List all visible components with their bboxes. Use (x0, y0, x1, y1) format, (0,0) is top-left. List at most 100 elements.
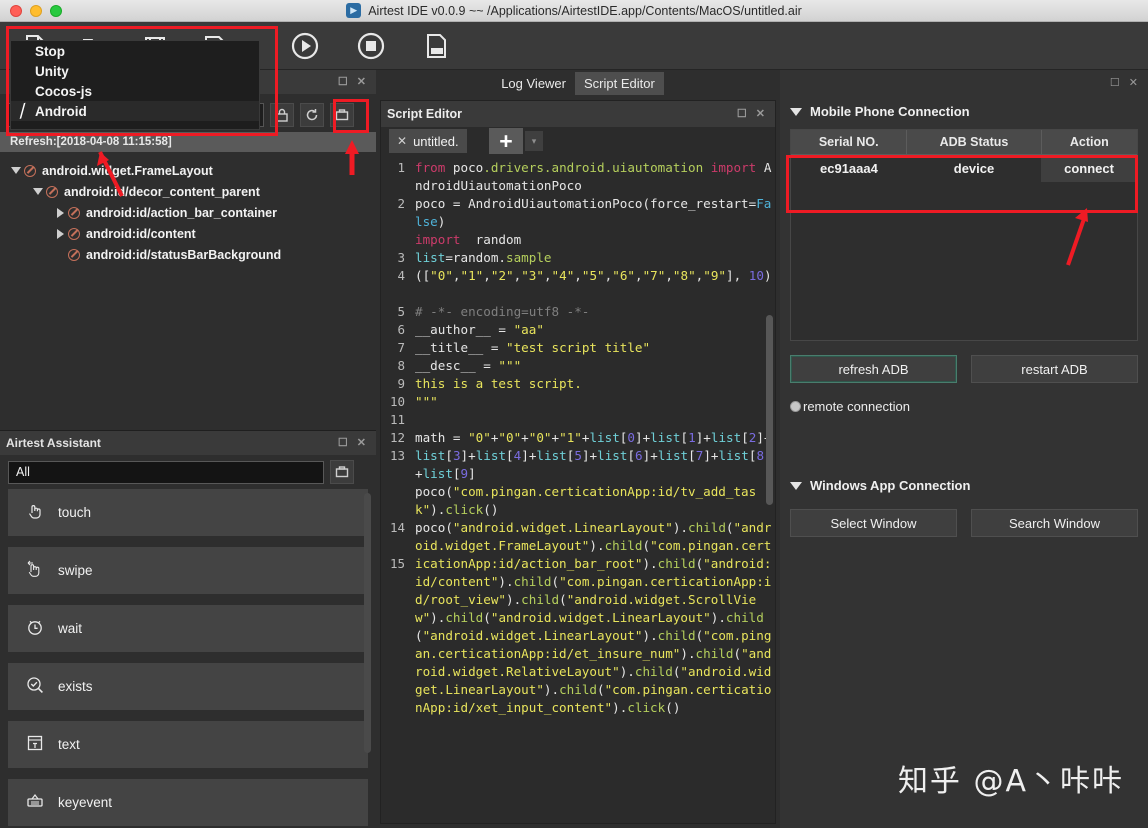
no-entry-icon (24, 164, 36, 177)
tree-twisty-icon[interactable] (30, 188, 46, 195)
line-number: 9 (397, 376, 405, 391)
line-number: 1 (397, 160, 405, 175)
refresh-adb-button[interactable]: refresh ADB (790, 355, 957, 383)
tab-log-viewer[interactable]: Log Viewer (492, 72, 575, 95)
pencil-icon: ╱ (17, 103, 28, 119)
close-icon[interactable]: ✕ (357, 76, 366, 88)
tree-node-label: android:id/action_bar_container (86, 205, 278, 220)
assistant-title: Airtest Assistant (6, 436, 101, 450)
assistant-item-list[interactable]: touch swipe wait exists text keyevent (0, 489, 376, 828)
line-number: 4 (397, 268, 405, 283)
code-line: poco("android.widget.LinearLayout").chil… (415, 520, 772, 715)
script-editor-header: Script Editor ☐ ✕ (381, 101, 775, 127)
tree-node[interactable]: android:id/action_bar_container (0, 202, 376, 223)
device-panel-header: ☐ ✕ (780, 70, 1148, 96)
line-number: 6 (397, 322, 405, 337)
device-panel-actions[interactable]: ☐ ✕ (1110, 77, 1142, 89)
close-icon[interactable]: ✕ (756, 108, 765, 120)
list-item[interactable]: keyevent (8, 779, 368, 826)
keyboard-icon (26, 792, 44, 813)
touch-hand-icon (26, 502, 44, 523)
windows-connection-section-title[interactable]: Windows App Connection (790, 478, 1148, 493)
assistant-capture-icon[interactable] (330, 460, 354, 484)
adb-button-row: refresh ADB restart ADB (790, 355, 1138, 383)
assistant-filter-select[interactable]: All (8, 460, 324, 484)
watermark: 知乎 @A丶咔咔 (897, 764, 1124, 799)
undock-icon[interactable]: ☐ (338, 76, 348, 88)
script-editor-title: Script Editor (387, 107, 463, 121)
menu-item-android[interactable]: ╱ Android (11, 101, 259, 121)
search-window-button[interactable]: Search Window (971, 509, 1138, 537)
list-item[interactable]: touch (8, 489, 368, 536)
script-editor-actions[interactable]: ☐ ✕ (737, 108, 769, 120)
list-item[interactable]: text (8, 721, 368, 768)
assistant-scrollbar[interactable] (364, 493, 371, 753)
log-icon[interactable] (422, 31, 452, 61)
code-line: """ (415, 394, 438, 409)
clock-icon (26, 618, 44, 639)
menu-item-unity[interactable]: Unity (11, 61, 259, 81)
new-tab-button[interactable]: + (489, 128, 523, 154)
tree-node[interactable]: android:id/content (0, 223, 376, 244)
select-window-button[interactable]: Select Window (790, 509, 957, 537)
code-editor-area[interactable]: 1 2 3 4 5 6 7 8 9 10 11 12 13 14 15 from… (381, 155, 775, 823)
column-header-serial[interactable]: Serial NO. (791, 130, 908, 155)
close-icon[interactable]: ✕ (357, 437, 366, 449)
close-tab-icon[interactable]: ✕ (397, 134, 407, 148)
collapse-triangle-icon[interactable] (790, 107, 802, 116)
undock-icon[interactable]: ☐ (338, 437, 348, 449)
line-number: 13 (389, 448, 405, 463)
menu-item-cocos-js[interactable]: Cocos-js (11, 81, 259, 101)
restart-adb-button[interactable]: restart ADB (971, 355, 1138, 383)
list-item[interactable]: wait (8, 605, 368, 652)
tree-twisty-icon[interactable] (52, 228, 68, 239)
device-capture-icon[interactable] (330, 103, 354, 127)
view-tab-bar: Log Viewer Script Editor (376, 70, 780, 96)
undock-icon[interactable]: ☐ (737, 108, 747, 120)
no-entry-icon (46, 185, 58, 198)
tree-twisty-icon[interactable] (8, 167, 24, 174)
assistant-header-actions[interactable]: ☐ ✕ (338, 437, 370, 449)
ui-tree-body[interactable]: android.widget.FrameLayout android:id/de… (0, 154, 376, 430)
tree-node[interactable]: android:id/decor_content_parent (0, 181, 376, 202)
refresh-icon[interactable] (300, 103, 324, 127)
line-number: 15 (389, 556, 405, 571)
stop-icon[interactable] (356, 31, 386, 61)
tree-panel-actions[interactable]: ☐ ✕ (338, 76, 370, 88)
radio-icon[interactable] (790, 401, 801, 412)
mobile-connection-section-title[interactable]: Mobile Phone Connection (790, 104, 1148, 119)
menu-item-stop[interactable]: Stop (11, 41, 259, 61)
remote-connection-label: remote connection (803, 399, 910, 414)
code-content[interactable]: from poco.drivers.android.uiautomation i… (411, 155, 775, 823)
file-tab-label: untitled. (413, 133, 459, 149)
tree-twisty-icon[interactable] (52, 207, 68, 218)
tree-node-label: android:id/statusBarBackground (86, 247, 282, 262)
window-title-area: ▶ Airtest IDE v0.0.9 ~~ /Applications/Ai… (0, 3, 1148, 18)
list-item[interactable]: swipe (8, 547, 368, 594)
undock-icon[interactable]: ☐ (1110, 77, 1120, 89)
run-icon[interactable] (290, 31, 320, 61)
list-item-label: text (58, 737, 80, 752)
tree-node[interactable]: android:id/statusBarBackground (0, 244, 376, 265)
collapse-triangle-icon[interactable] (790, 481, 802, 490)
list-item[interactable]: exists (8, 663, 368, 710)
tree-node[interactable]: android.widget.FrameLayout (0, 160, 376, 181)
lock-icon[interactable] (270, 103, 294, 127)
assistant-filter-value: All (16, 465, 30, 479)
column-header-adb-status[interactable]: ADB Status (906, 130, 1042, 155)
file-tab-untitled[interactable]: ✕ untitled. (389, 129, 467, 153)
remote-connection-option[interactable]: remote connection (790, 399, 1148, 414)
column-header-action[interactable]: Action (1041, 130, 1137, 155)
close-icon[interactable]: ✕ (1129, 77, 1138, 89)
platform-dropdown-menu[interactable]: Stop Unity Cocos-js ╱ Android (10, 40, 260, 130)
connect-button[interactable]: connect (1041, 154, 1137, 182)
table-row[interactable]: ec91aaa4 device connect (791, 154, 1137, 182)
line-number: 7 (397, 340, 405, 355)
menu-item-android-label: Android (35, 103, 87, 119)
tab-list-chevron-icon[interactable]: ▾ (525, 131, 543, 151)
no-entry-icon (68, 206, 80, 219)
editor-scrollbar[interactable] (766, 315, 773, 505)
tab-script-editor[interactable]: Script Editor (575, 71, 664, 95)
left-column: ☐ ✕ ╱ Android Re (0, 70, 376, 828)
